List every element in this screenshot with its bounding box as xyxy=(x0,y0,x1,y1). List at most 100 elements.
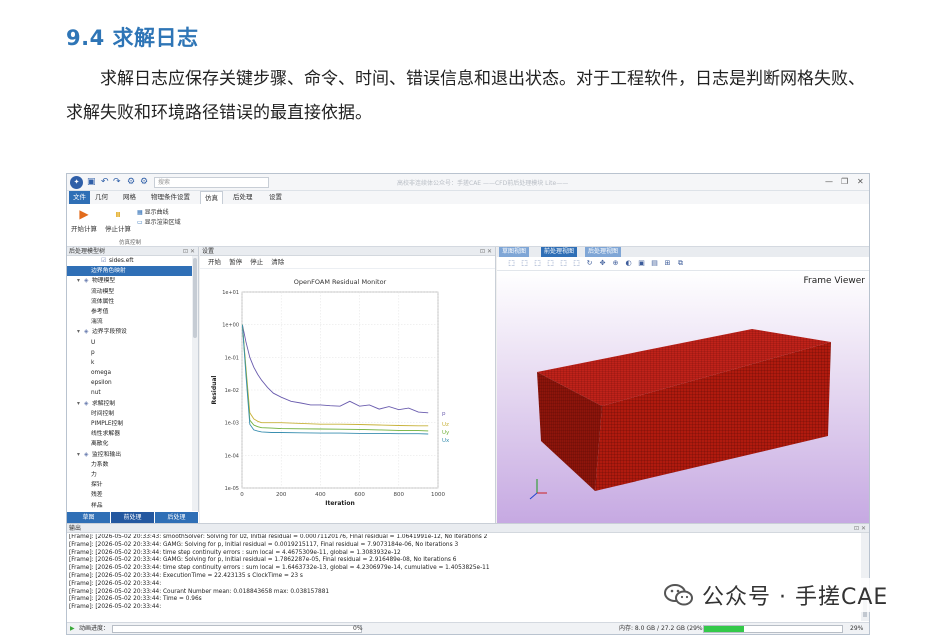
monitor-toolbar: 开始 暂停 停止 清除 xyxy=(200,256,495,269)
window-title: 高校非连续体公众号：手搓CAE ——CFD前后处理模块 Lite—— xyxy=(397,180,569,187)
wireframe-icon[interactable]: ▣ xyxy=(637,259,646,268)
menu-file[interactable]: 文件 xyxy=(69,191,90,204)
chevron-down-icon[interactable]: ▾ xyxy=(77,399,84,409)
settings-icon[interactable]: ⚙ xyxy=(127,177,135,188)
tree-item[interactable]: ▾ ◈ 边界字段预设 xyxy=(67,327,198,337)
tree-item[interactable]: k xyxy=(67,358,198,368)
tree-item[interactable]: omega xyxy=(67,368,198,378)
view-x-icon[interactable]: ⬚ xyxy=(507,259,516,268)
select-icon[interactable]: ◐ xyxy=(624,259,633,268)
tree-scrollbar[interactable] xyxy=(192,256,198,511)
pin-icon[interactable]: ⊡ ✕ xyxy=(854,524,866,533)
tree-item-label: 流动模型 xyxy=(91,288,115,295)
x-tick-label: 800 xyxy=(394,492,405,498)
mesh-block xyxy=(529,329,831,500)
tree-item[interactable]: ▾ ◈ 监控和输出 xyxy=(67,450,198,460)
tree-item-label: 监控和输出 xyxy=(92,451,121,458)
tree-item[interactable]: 边界角色映射 xyxy=(67,266,198,277)
save-icon[interactable]: ▣ xyxy=(87,177,96,188)
tree-item[interactable]: nut xyxy=(67,388,198,398)
tree-item[interactable]: 残差 xyxy=(67,490,198,500)
tree-item[interactable]: ☑ sides.eft xyxy=(67,256,198,266)
tree-item[interactable]: 流体属性 xyxy=(67,297,198,307)
tab-preprocess-view[interactable]: 前处理视图 xyxy=(541,247,578,257)
stop-compute-button[interactable]: ⏸ 停止计算 xyxy=(105,207,131,233)
status-bar: ▶ 动画进度： 0% 内存: 8.0 GB / 27.2 GB (29%) 29… xyxy=(67,622,869,634)
menu-physics[interactable]: 物理条件设置 xyxy=(147,191,194,204)
wechat-icon xyxy=(664,584,693,606)
memory-bar xyxy=(703,625,843,633)
rotate-icon[interactable]: ↻ xyxy=(585,259,594,268)
fit-icon[interactable]: ✥ xyxy=(598,259,607,268)
pin-icon[interactable]: ⊡ ✕ xyxy=(480,247,492,256)
monitor-clear-button[interactable]: 清除 xyxy=(271,258,284,266)
tree-item[interactable]: ▾ ◈ 求解控制 xyxy=(67,399,198,409)
anim-progress-bar[interactable] xyxy=(112,625,362,633)
menu-postprocess[interactable]: 后处理 xyxy=(229,191,257,204)
view-neg-z-icon[interactable]: ⬚ xyxy=(572,259,581,268)
tab-sketch-view[interactable]: 草图视图 xyxy=(499,247,530,257)
minimize-icon[interactable]: — xyxy=(825,177,833,187)
menu-geometry[interactable]: 几何 xyxy=(91,191,112,204)
search-input[interactable]: 搜索 xyxy=(154,177,269,188)
view-y-icon[interactable]: ⬚ xyxy=(520,259,529,268)
chevron-down-icon[interactable]: ▾ xyxy=(77,327,84,337)
tree-item[interactable]: 样品 xyxy=(67,501,198,511)
redo-icon[interactable]: ↷ xyxy=(113,177,121,188)
checkbox-icon[interactable]: ☑ xyxy=(101,256,109,266)
monitor-pause-button[interactable]: 暂停 xyxy=(229,258,242,266)
tree-item[interactable]: PIMPLE控制 xyxy=(67,419,198,429)
show-render-button[interactable]: ▭ 显示渲染区域 xyxy=(137,217,181,226)
tree-item[interactable]: 参考值 xyxy=(67,307,198,317)
grid-icon[interactable]: ⊞ xyxy=(663,259,672,268)
tree-item[interactable]: 流动模型 xyxy=(67,287,198,297)
tools-icon[interactable]: ⚙ xyxy=(140,177,148,188)
tree-item[interactable]: 线性求解器 xyxy=(67,429,198,439)
tab-postprocess-view[interactable]: 后处理视图 xyxy=(585,247,622,257)
pause-icon: ⏸ xyxy=(114,207,121,221)
tab-postprocess[interactable]: 后处理 xyxy=(155,512,199,523)
tree-item[interactable]: ▾ ◈ 物理模型 xyxy=(67,276,198,286)
undo-icon[interactable]: ↶ xyxy=(101,177,109,188)
maximize-icon[interactable]: ❐ xyxy=(841,177,848,187)
screenshot-icon[interactable]: ⧉ xyxy=(676,259,685,268)
view-neg-x-icon[interactable]: ⬚ xyxy=(546,259,555,268)
output-header: 输出 ⊡ ✕ xyxy=(67,524,869,533)
series-label-p: p xyxy=(442,411,446,417)
view-neg-y-icon[interactable]: ⬚ xyxy=(559,259,568,268)
tab-sketch[interactable]: 草图 xyxy=(67,512,111,523)
monitor-start-button[interactable]: 开始 xyxy=(208,258,221,266)
start-compute-button[interactable]: ▶ 开始计算 xyxy=(71,207,97,233)
3d-viewport[interactable]: Frame Viewer xyxy=(497,271,869,523)
menu-mesh[interactable]: 网格 xyxy=(119,191,140,204)
surface-icon[interactable]: ▤ xyxy=(650,259,659,268)
menu-simulation[interactable]: 仿真 xyxy=(200,191,223,204)
tree-item[interactable]: 离散化 xyxy=(67,439,198,449)
log-line: [Frame]: [2026-05-02 20:33:43: smoothSol… xyxy=(69,534,488,540)
chevron-down-icon[interactable]: ▾ xyxy=(77,450,84,460)
tree-item-label: 残差 xyxy=(91,492,103,499)
show-curve-button[interactable]: ▦ 显示曲线 xyxy=(137,207,169,216)
tree-item[interactable]: 时间控制 xyxy=(67,409,198,419)
tree-item-label: 参考值 xyxy=(91,308,109,315)
menu-settings[interactable]: 设置 xyxy=(265,191,286,204)
tree-item[interactable]: 力系数 xyxy=(67,460,198,470)
tab-preprocess[interactable]: 前处理 xyxy=(111,512,155,523)
view-z-icon[interactable]: ⬚ xyxy=(533,259,542,268)
pin-icon[interactable]: ⊡ ✕ xyxy=(183,247,195,256)
tree-item[interactable]: p xyxy=(67,348,198,358)
tree-item[interactable]: U xyxy=(67,338,198,348)
tree-item-label: nut xyxy=(91,390,101,397)
tree-item-label: 物理模型 xyxy=(92,278,116,285)
tree-item[interactable]: epsilon xyxy=(67,378,198,388)
tree-item[interactable]: 力 xyxy=(67,470,198,480)
close-icon[interactable]: ✕ xyxy=(857,177,864,187)
tree-item[interactable]: 湍流 xyxy=(67,317,198,327)
monitor-stop-button[interactable]: 停止 xyxy=(250,258,263,266)
app-logo: ✦ xyxy=(70,176,83,189)
model-tree-panel: 后处理模型树 ⊡ ✕ ☑ sides.eft 边界角色映射 ▾ ◈ 物理模型 流动模型 流体属… xyxy=(67,247,199,523)
folder-icon: ◈ xyxy=(84,451,89,458)
chevron-down-icon[interactable]: ▾ xyxy=(77,276,84,286)
tree-item[interactable]: 探针 xyxy=(67,480,198,490)
zoom-icon[interactable]: ⊕ xyxy=(611,259,620,268)
